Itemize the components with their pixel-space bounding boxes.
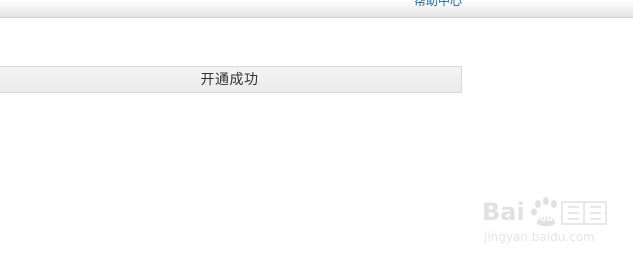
status-message: 开通成功 (200, 72, 259, 88)
svg-text:Bai: Bai (482, 198, 525, 226)
status-message-bar: 开通成功 (0, 66, 462, 93)
help-center-link[interactable]: 帮助中心 (414, 0, 462, 8)
baidu-logo-icon: Bai du (482, 197, 607, 226)
baidu-jingyan-watermark: Bai du jingyan.baidu.com (480, 190, 610, 250)
svg-text:du: du (540, 214, 553, 224)
page: 帮助中心 开通成功 Bai du jingyan.baidu.com (0, 0, 633, 260)
top-header-bar: 帮助中心 (0, 0, 633, 18)
watermark-site-text: jingyan.baidu.com (484, 230, 595, 244)
